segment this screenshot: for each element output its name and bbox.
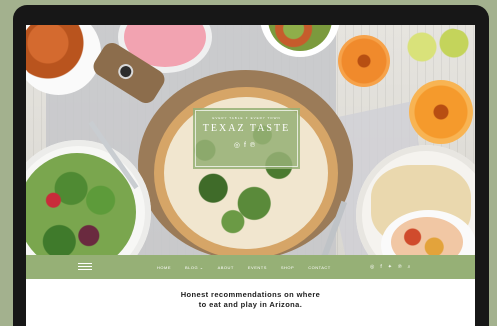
tagline-line-1: Honest recommendations on where bbox=[180, 290, 321, 299]
pinterest-icon[interactable]: ℗ bbox=[250, 142, 259, 149]
website-screen: EVERY TABLE ✦ EVERY TOWN TEXAZ TASTE ◎f℗… bbox=[26, 25, 475, 326]
instagram-icon[interactable]: ◎ bbox=[370, 264, 374, 270]
orange-flower bbox=[338, 35, 390, 87]
logo-title: TEXAZ TASTE bbox=[202, 123, 291, 134]
nav-item-contact[interactable]: CONTACT bbox=[308, 265, 331, 270]
yellow-flowers bbox=[398, 27, 475, 67]
nav-item-events[interactable]: EVENTS bbox=[248, 265, 267, 270]
social-links: ◎ f ✦ ℗ ⌕ bbox=[370, 255, 416, 279]
instagram-icon[interactable]: ◎ bbox=[234, 142, 244, 149]
site-tagline: Honest recommendations on where to eat a… bbox=[26, 290, 475, 310]
facebook-icon[interactable]: f bbox=[380, 264, 381, 270]
nav-links: HOME BLOG ⌄ ABOUT EVENTS SHOP CONTACT bbox=[157, 255, 345, 279]
orange-flower-large bbox=[409, 80, 473, 144]
twitter-icon[interactable]: ✦ bbox=[388, 264, 392, 270]
pinterest-icon[interactable]: ℗ bbox=[398, 264, 402, 270]
nav-item-home[interactable]: HOME bbox=[157, 265, 171, 270]
main-navigation: HOME BLOG ⌄ ABOUT EVENTS SHOP CONTACT ◎ … bbox=[26, 255, 475, 279]
search-icon[interactable]: ⌕ bbox=[408, 264, 411, 270]
nav-item-shop[interactable]: SHOP bbox=[281, 265, 294, 270]
nav-item-about[interactable]: ABOUT bbox=[218, 265, 234, 270]
tagline-line-2: to eat and play in Arizona. bbox=[198, 300, 303, 309]
site-logo[interactable]: EVERY TABLE ✦ EVERY TOWN TEXAZ TASTE ◎f℗ bbox=[193, 108, 300, 169]
page-background: EVERY TABLE ✦ EVERY TOWN TEXAZ TASTE ◎f℗… bbox=[0, 0, 497, 326]
nav-item-blog[interactable]: BLOG ⌄ bbox=[185, 265, 204, 270]
hamburger-menu-icon[interactable] bbox=[78, 263, 92, 271]
logo-subtitle: EVERY TABLE ✦ EVERY TOWN bbox=[212, 116, 281, 120]
hero-image: EVERY TABLE ✦ EVERY TOWN TEXAZ TASTE ◎f℗ bbox=[26, 25, 475, 255]
